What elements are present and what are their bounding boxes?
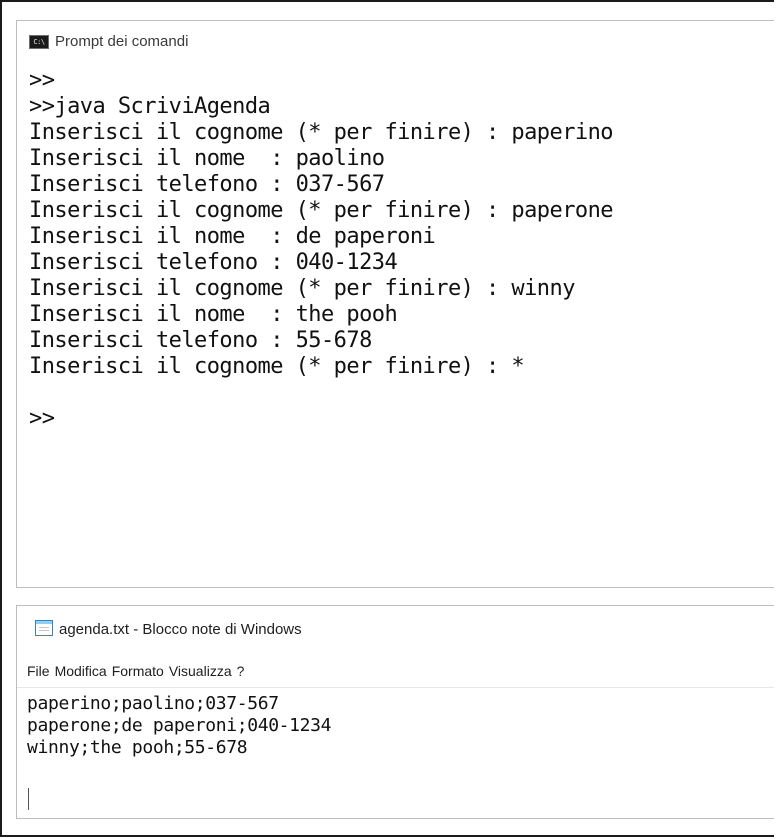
console-line: Inserisci il nome : de paperoni bbox=[29, 224, 436, 249]
menu-modifica[interactable]: Modifica bbox=[55, 663, 107, 683]
console-titlebar[interactable]: C:\ Prompt dei comandi bbox=[17, 21, 774, 61]
console-line: Inserisci telefono : 040-1234 bbox=[29, 250, 398, 275]
notepad-title: agenda.txt - Blocco note di Windows bbox=[59, 621, 302, 638]
console-line: Inserisci il cognome (* per finire) : pa… bbox=[29, 120, 614, 145]
menu-help[interactable]: ? bbox=[237, 663, 245, 683]
console-line: Inserisci telefono : 037-567 bbox=[29, 172, 385, 197]
console-line: >> bbox=[29, 68, 55, 93]
text-line: paperino;paolino;037-567 bbox=[27, 693, 279, 714]
console-prompt[interactable]: >> bbox=[29, 406, 774, 432]
notepad-window[interactable]: agenda.txt - Blocco note di Windows File… bbox=[16, 605, 774, 819]
console-line: Inserisci il cognome (* per finire) : pa… bbox=[29, 198, 614, 223]
notepad-text-area[interactable]: paperino;paolino;037-567 paperone;de pap… bbox=[17, 687, 774, 818]
menu-formato[interactable]: Formato bbox=[112, 663, 164, 683]
console-line: >>java ScriviAgenda bbox=[29, 94, 271, 119]
notepad-menubar: File Modifica Formato Visualizza ? bbox=[27, 663, 244, 683]
notepad-titlebar[interactable]: agenda.txt - Blocco note di Windows bbox=[17, 606, 774, 646]
screenshot-frame: C:\ Prompt dei comandi >> >>java ScriviA… bbox=[0, 0, 774, 837]
cmd-icon: C:\ bbox=[29, 35, 49, 49]
text-line: winny;the pooh;55-678 bbox=[27, 737, 248, 758]
menu-visualizza[interactable]: Visualizza bbox=[169, 663, 232, 683]
notepad-icon bbox=[35, 620, 53, 636]
text-line: paperone;de paperoni;040-1234 bbox=[27, 715, 332, 736]
console-line: Inserisci il nome : the pooh bbox=[29, 302, 398, 327]
text-caret bbox=[28, 788, 29, 810]
menu-file[interactable]: File bbox=[27, 663, 50, 683]
console-line: Inserisci il nome : paolino bbox=[29, 146, 385, 171]
console-line: Inserisci il cognome (* per finire) : * bbox=[29, 354, 525, 379]
console-output[interactable]: >> >>java ScriviAgenda Inserisci il cogn… bbox=[29, 68, 774, 432]
console-line: Inserisci telefono : 55-678 bbox=[29, 328, 372, 353]
command-prompt-window[interactable]: C:\ Prompt dei comandi >> >>java ScriviA… bbox=[16, 20, 774, 588]
console-line: Inserisci il cognome (* per finire) : wi… bbox=[29, 276, 575, 301]
console-title: Prompt dei comandi bbox=[55, 33, 189, 50]
